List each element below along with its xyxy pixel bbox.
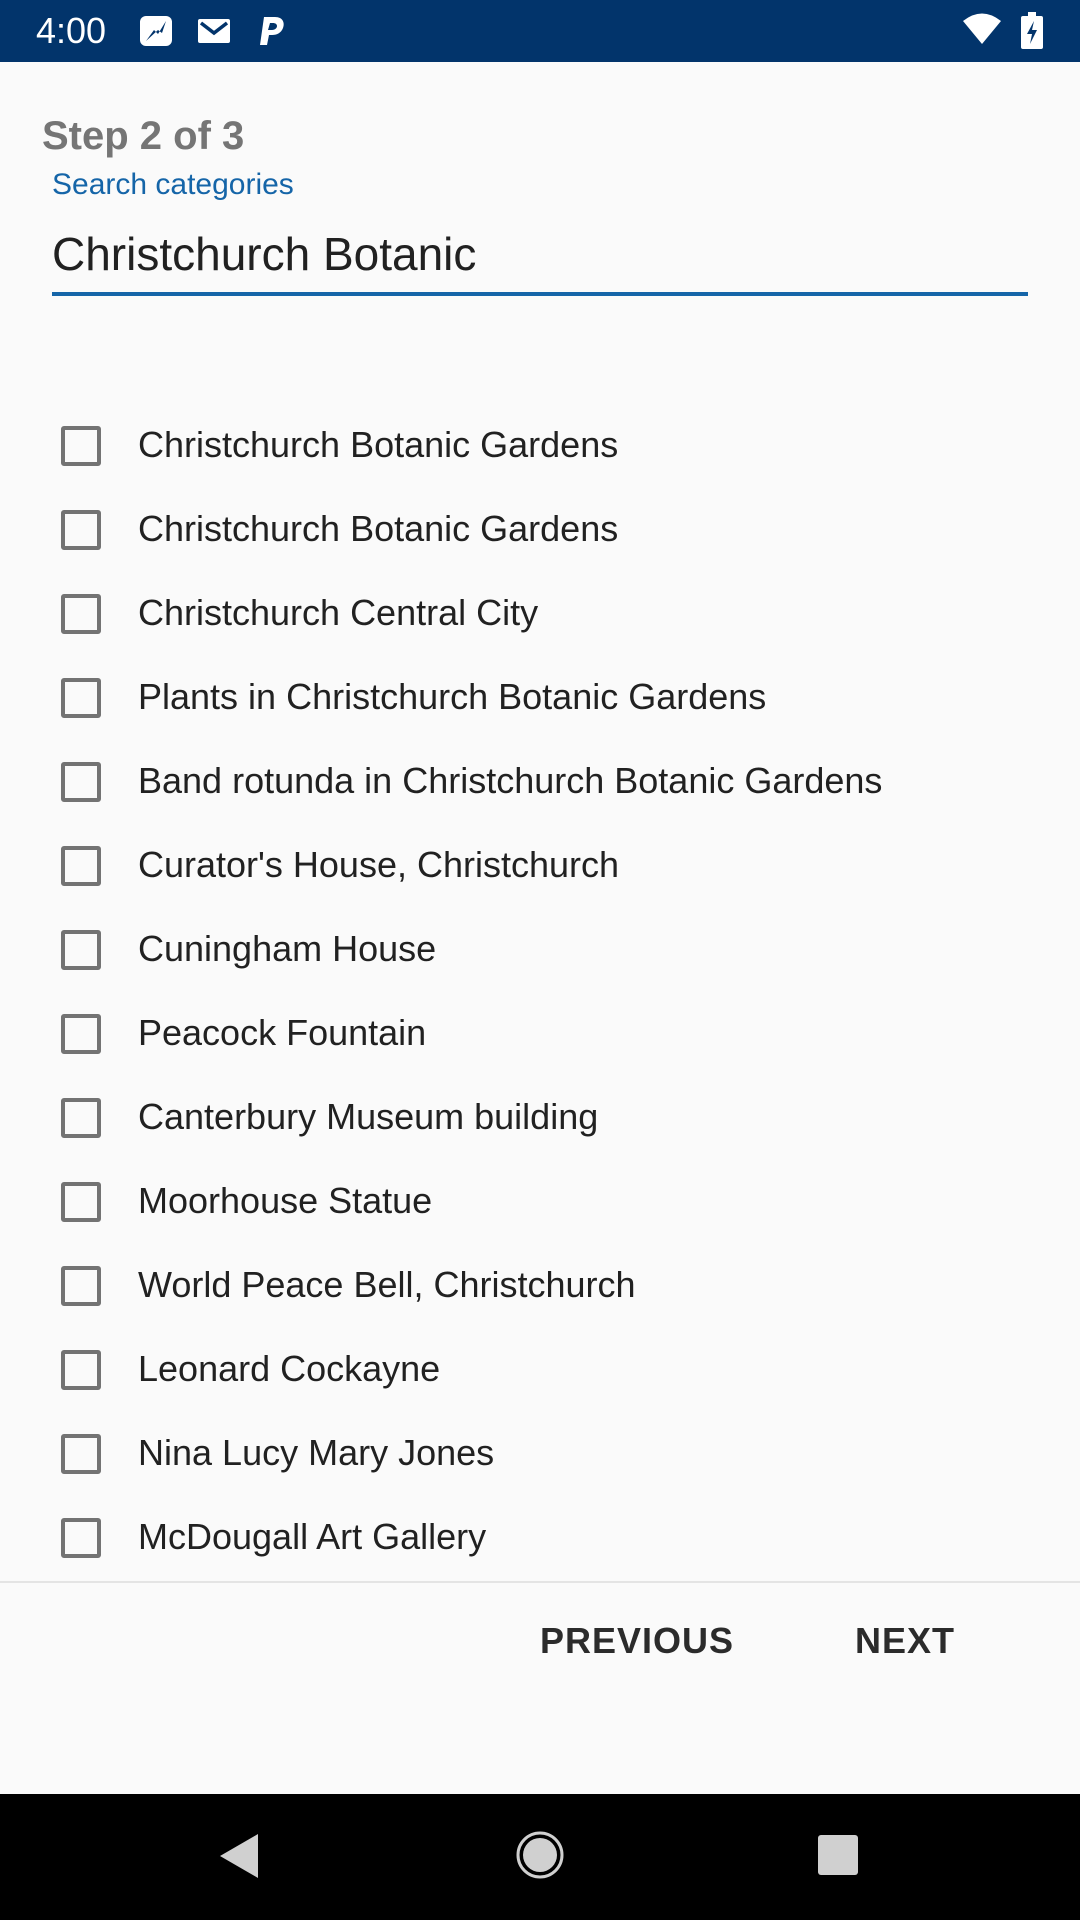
- battery-charging-icon: [1020, 12, 1044, 55]
- category-checkbox[interactable]: [61, 930, 101, 970]
- zap-icon: [138, 14, 174, 48]
- search-input[interactable]: [52, 224, 1028, 284]
- category-checkbox[interactable]: [61, 678, 101, 718]
- category-item[interactable]: Cuningham House: [0, 910, 1080, 994]
- category-item[interactable]: Christchurch Central City: [0, 574, 1080, 658]
- category-item[interactable]: World Peace Bell, Christchurch: [0, 1246, 1080, 1330]
- category-label: Peacock Fountain: [138, 1012, 427, 1053]
- category-checkbox[interactable]: [61, 510, 101, 550]
- category-label: Christchurch Botanic Gardens: [138, 424, 619, 465]
- recents-icon[interactable]: [817, 1834, 859, 1881]
- category-item[interactable]: Curator's House, Christchurch: [0, 826, 1080, 910]
- category-item[interactable]: Nina Lucy Mary Jones: [0, 1414, 1080, 1498]
- category-checkbox[interactable]: [61, 1182, 101, 1222]
- category-checkbox[interactable]: [61, 594, 101, 634]
- category-checkbox[interactable]: [61, 1434, 101, 1474]
- category-label: Christchurch Central City: [138, 592, 539, 633]
- category-checkbox[interactable]: [61, 1266, 101, 1306]
- category-label: Leonard Cockayne: [138, 1348, 441, 1389]
- category-item[interactable]: Leonard Cockayne: [0, 1330, 1080, 1414]
- category-item[interactable]: Christchurch Botanic Gardens: [0, 406, 1080, 490]
- category-label: McDougall Art Gallery: [138, 1516, 487, 1557]
- category-item[interactable]: Christchurch Botanic Gardens: [0, 490, 1080, 574]
- gmail-icon: [196, 14, 232, 48]
- category-label: Band rotunda in Christchurch Botanic Gar…: [138, 760, 883, 801]
- navigation-bar: [0, 1794, 1080, 1920]
- category-label: World Peace Bell, Christchurch: [138, 1264, 636, 1305]
- status-time: 4:00: [36, 10, 107, 51]
- status-bar: 4:00: [0, 0, 1080, 62]
- category-checkbox[interactable]: [61, 1098, 101, 1138]
- category-item[interactable]: Peacock Fountain: [0, 994, 1080, 1078]
- main-content: Step 2 of 3 Search categories Christchur…: [0, 62, 1080, 1583]
- category-label: Curator's House, Christchurch: [138, 844, 620, 885]
- previous-button[interactable]: PREVIOUS: [540, 1620, 734, 1662]
- footer-divider: [0, 1581, 1080, 1583]
- category-label: Canterbury Museum building: [138, 1096, 599, 1137]
- category-checkbox[interactable]: [61, 1518, 101, 1558]
- search-label: Search categories: [52, 168, 294, 201]
- wifi-icon: [962, 12, 1002, 51]
- category-item[interactable]: Band rotunda in Christchurch Botanic Gar…: [0, 742, 1080, 826]
- step-indicator: Step 2 of 3: [42, 114, 245, 158]
- category-item[interactable]: Canterbury Museum building: [0, 1078, 1080, 1162]
- category-label: Christchurch Botanic Gardens: [138, 508, 619, 549]
- category-checkbox[interactable]: [61, 1350, 101, 1390]
- back-icon[interactable]: [218, 1832, 260, 1885]
- category-label: Plants in Christchurch Botanic Gardens: [138, 676, 767, 717]
- paypal-icon: [256, 14, 292, 48]
- home-icon[interactable]: [515, 1830, 565, 1885]
- category-label: Moorhouse Statue: [138, 1180, 433, 1221]
- category-item[interactable]: McDougall Art Gallery: [0, 1498, 1080, 1582]
- category-list: Christchurch Botanic Gardens Christchurch…: [0, 406, 1080, 1582]
- next-button[interactable]: NEXT: [855, 1620, 955, 1662]
- category-label: Nina Lucy Mary Jones: [138, 1432, 495, 1473]
- category-checkbox[interactable]: [61, 846, 101, 886]
- category-item[interactable]: Plants in Christchurch Botanic Gardens: [0, 658, 1080, 742]
- category-label: Cuningham House: [138, 928, 437, 969]
- search-underline: [52, 292, 1028, 296]
- category-checkbox[interactable]: [61, 1014, 101, 1054]
- category-checkbox[interactable]: [61, 426, 101, 466]
- category-checkbox[interactable]: [61, 762, 101, 802]
- category-item[interactable]: Moorhouse Statue: [0, 1162, 1080, 1246]
